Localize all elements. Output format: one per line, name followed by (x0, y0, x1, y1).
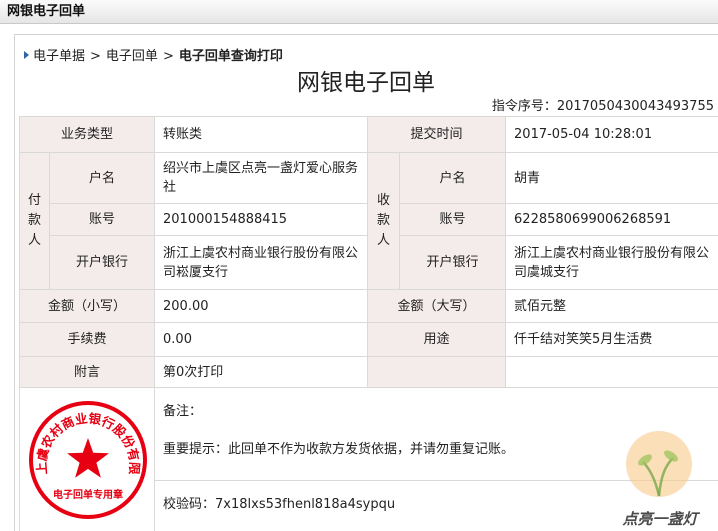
amount-big-label: 金额（大写） (367, 289, 507, 323)
payer-section-label: 付 款 人 (19, 152, 50, 290)
watermark-text: 点亮一盏灯 (621, 510, 700, 528)
payer-bank-value: 浙江上虞农村商业银行股份有限公司崧厦支行 (154, 235, 369, 290)
postscript-label: 附言 (18, 356, 156, 388)
table-row: 金额（小写） 200.00 金额（大写） 贰佰元整 (18, 289, 718, 323)
breadcrumb-current: 电子回单查询打印 (178, 49, 283, 64)
watermark-sunflower-icon: 点亮一盏灯 (621, 431, 700, 528)
seal-bottom-text: 电子回单专用章 (53, 488, 123, 501)
breadcrumb: 电子单据 > 电子回单 > 电子回单查询打印 (24, 48, 283, 66)
amount-big-value: 贰佰元整 (505, 289, 718, 323)
window-title: 网银电子回单 (0, 0, 718, 24)
fee-label: 手续费 (18, 322, 156, 357)
bank-seal-stamp: 浙江上虞农村商业银行股份有限公司 电子回单专用章 (21, 389, 147, 519)
table-row: 付 款 人 户名 绍兴市上虞区点亮一盏灯爱心服务社 收 款 人 户名 胡青 (19, 152, 718, 290)
breadcrumb-arrow-icon (24, 51, 29, 59)
empty-label (367, 356, 507, 388)
table-row: 业务类型 转账类 提交时间 2017-05-04 10:28:01 (18, 116, 718, 153)
payee-bank-label: 开户银行 (399, 235, 507, 290)
amount-small-label: 金额（小写） (18, 289, 156, 323)
page-title: 网银电子回单 (297, 70, 435, 96)
breadcrumb-item-electronic-docs[interactable]: 电子单据 (33, 49, 85, 64)
payer-name-value: 绍兴市上虞区点亮一盏灯爱心服务社 (154, 152, 369, 204)
fee-value: 0.00 (154, 322, 369, 357)
serial-label: 指令序号： (491, 99, 557, 114)
submit-time-value: 2017-05-04 10:28:01 (505, 116, 718, 153)
table-row: 附言 第0次打印 (18, 356, 718, 388)
purpose-value: 仟千结对笑笑5月生活费 (505, 322, 718, 357)
seal-star-icon (67, 438, 109, 478)
breadcrumb-separator: > (162, 49, 174, 64)
payer-bank-label: 开户银行 (48, 235, 156, 290)
payee-account-label: 账号 (399, 203, 507, 236)
breadcrumb-separator: > (90, 49, 101, 64)
payee-name-value: 胡青 (505, 152, 718, 204)
biz-type-value: 转账类 (154, 116, 369, 153)
payer-account-value: 201000154888415 (154, 203, 369, 236)
payee-account-value: 6228580699006268591 (505, 203, 718, 236)
purpose-label: 用途 (367, 322, 507, 357)
payee-name-label: 户名 (399, 152, 507, 204)
biz-type-label: 业务类型 (18, 116, 156, 153)
instruction-serial: 指令序号：2017050430043493755 (492, 98, 714, 115)
postscript-value: 第0次打印 (154, 356, 369, 388)
stamp-cell: 浙江上虞农村商业银行股份有限公司 电子回单专用章 (18, 387, 156, 531)
table-row: 手续费 0.00 用途 仟千结对笑笑5月生活费 (18, 322, 718, 357)
empty-value (505, 356, 718, 388)
payee-bank-value: 浙江上虞农村商业银行股份有限公司虞城支行 (505, 235, 718, 290)
breadcrumb-item-electronic-receipt[interactable]: 电子回单 (106, 49, 158, 64)
serial-value: 2017050430043493755 (556, 99, 714, 114)
amount-small-value: 200.00 (154, 289, 369, 323)
payer-account-label: 账号 (48, 203, 156, 236)
payee-section-label: 收 款 人 (367, 152, 401, 290)
payer-name-label: 户名 (48, 152, 156, 204)
watermark-logo: 点亮一盏灯 (603, 428, 718, 531)
submit-time-label: 提交时间 (367, 116, 507, 153)
